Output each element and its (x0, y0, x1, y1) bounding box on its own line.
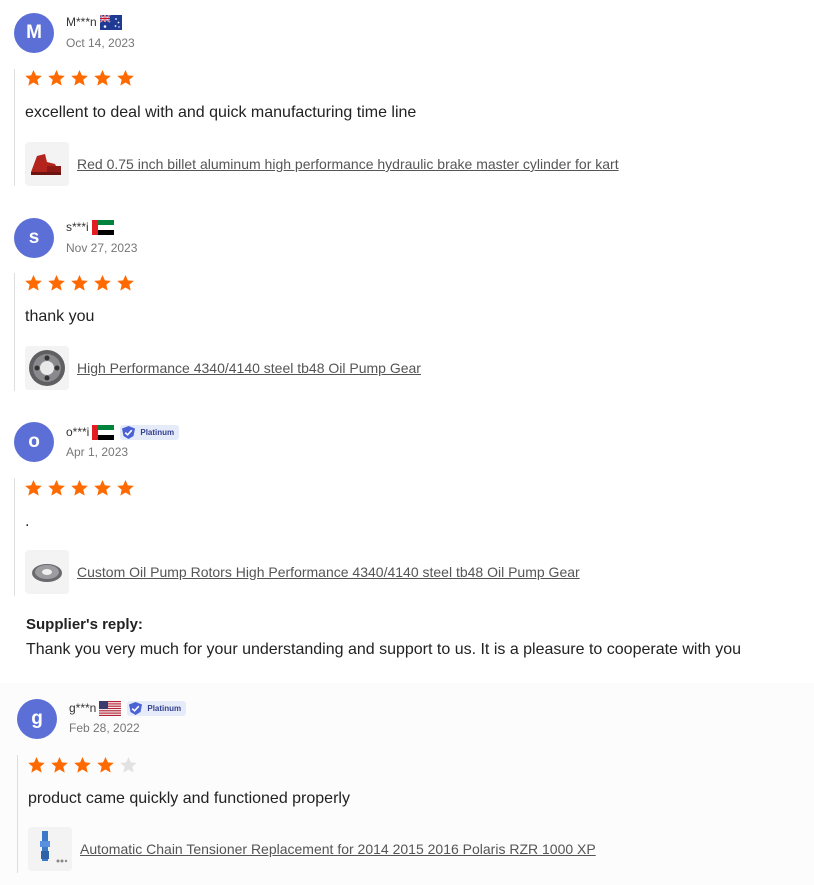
product-thumbnail (25, 550, 69, 594)
reviewer-line: M***n (66, 14, 122, 30)
badge-label: Platinum (147, 703, 182, 713)
product-link-row[interactable]: Red 0.75 inch billet aluminum high perfo… (25, 142, 619, 186)
star-filled-icon (94, 480, 111, 496)
review-date: Oct 14, 2023 (66, 36, 135, 50)
reviewer-name: g***n (69, 701, 97, 715)
review-item: g g***n Platinum Feb 28, 2022 product ca… (0, 683, 814, 885)
product-link-row[interactable]: Automatic Chain Tensioner Replacement fo… (28, 827, 596, 871)
reviewer-name: s***i (66, 220, 89, 234)
avatar: M (14, 13, 54, 53)
supplier-reply-title: Supplier's reply: (26, 616, 143, 633)
reviewer-name: o***i (66, 425, 90, 439)
uae-flag-icon (92, 424, 115, 440)
star-rating (27, 756, 138, 774)
product-thumbnail (28, 827, 72, 871)
product-thumbnail (25, 346, 69, 390)
avatar: o (14, 422, 54, 462)
product-link[interactable]: High Performance 4340/4140 steel tb48 Oi… (77, 360, 421, 376)
review-body (17, 755, 18, 873)
review-text: excellent to deal with and quick manufac… (25, 104, 417, 121)
star-filled-icon (71, 275, 88, 291)
review-date: Feb 28, 2022 (69, 721, 140, 735)
star-rating (24, 479, 135, 497)
avatar: s (14, 218, 54, 258)
review-item: s s***i Nov 27, 2023 thank you High Perf… (0, 200, 814, 405)
star-filled-icon (94, 70, 111, 86)
product-link[interactable]: Custom Oil Pump Rotors High Performance … (77, 564, 580, 580)
star-filled-icon (71, 480, 88, 496)
review-body (14, 273, 15, 391)
review-body (14, 478, 15, 596)
star-filled-icon (117, 70, 134, 86)
product-link[interactable]: Automatic Chain Tensioner Replacement fo… (80, 841, 596, 857)
badge-label: Platinum (140, 427, 175, 437)
uae-flag-icon (91, 219, 114, 235)
star-filled-icon (28, 757, 45, 773)
supplier-reply-text: Thank you very much for your understandi… (26, 641, 742, 658)
reviewer-line: s***i (66, 219, 114, 235)
star-filled-icon (25, 70, 42, 86)
star-empty-icon (120, 757, 137, 773)
product-link[interactable]: Red 0.75 inch billet aluminum high perfo… (77, 156, 619, 172)
reviewer-line: g***n Platinum (69, 700, 187, 716)
review-body (14, 69, 15, 186)
star-filled-icon (25, 275, 42, 291)
star-filled-icon (97, 757, 114, 773)
review-text: thank you (25, 308, 95, 325)
star-filled-icon (117, 480, 134, 496)
star-filled-icon (48, 275, 65, 291)
star-filled-icon (48, 480, 65, 496)
avatar: g (17, 699, 57, 739)
australia-flag-icon (99, 14, 122, 30)
reviewer-line: o***i Platinum (66, 424, 180, 440)
product-link-row[interactable]: Custom Oil Pump Rotors High Performance … (25, 550, 580, 594)
usa-flag-icon (99, 700, 122, 716)
platinum-badge: Platinum (120, 424, 180, 440)
star-filled-icon (71, 70, 88, 86)
star-filled-icon (48, 70, 65, 86)
product-thumbnail (25, 142, 69, 186)
star-filled-icon (94, 275, 111, 291)
star-rating (24, 69, 135, 87)
star-filled-icon (51, 757, 68, 773)
review-date: Nov 27, 2023 (66, 241, 138, 255)
review-text: . (25, 513, 30, 530)
platinum-badge: Platinum (127, 700, 187, 716)
star-filled-icon (74, 757, 91, 773)
star-filled-icon (25, 480, 42, 496)
star-rating (24, 274, 135, 292)
review-text: product came quickly and functioned prop… (28, 790, 350, 807)
verified-icon (129, 701, 143, 715)
review-date: Apr 1, 2023 (66, 445, 129, 459)
review-item: M M***n Oct 14, 2023 excellent to deal w… (0, 0, 814, 200)
verified-icon (122, 425, 136, 439)
star-filled-icon (117, 275, 134, 291)
reviewer-name: M***n (66, 15, 97, 29)
product-link-row[interactable]: High Performance 4340/4140 steel tb48 Oi… (25, 346, 421, 390)
review-item: o o***i Platinum Apr 1, 2023 . Custom Oi… (0, 405, 814, 683)
